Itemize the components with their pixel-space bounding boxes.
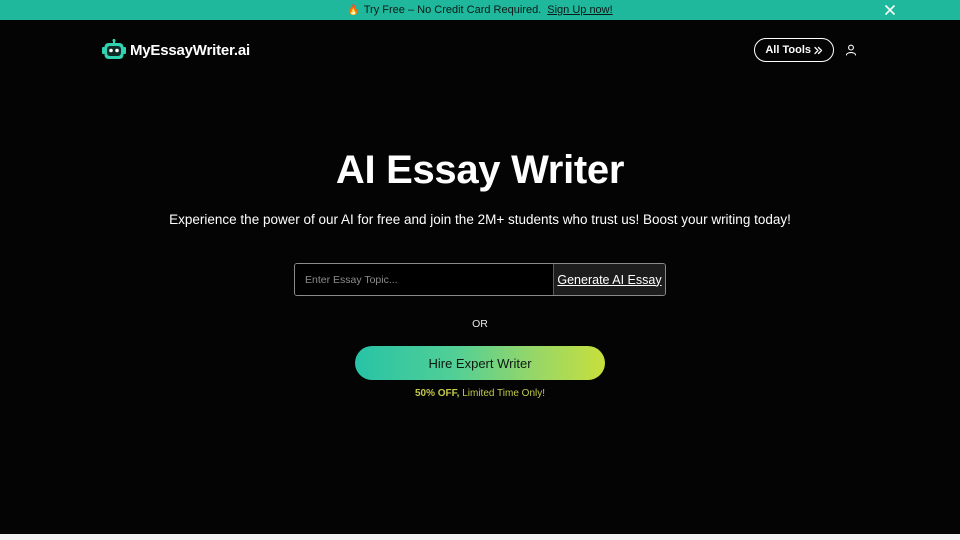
page-title: AI Essay Writer — [335, 148, 625, 192]
close-icon — [885, 5, 895, 15]
promo-banner: 🔥 Try Free – No Credit Card Required. Si… — [0, 0, 960, 20]
page-subtitle: Experience the power of our AI for free … — [169, 212, 791, 227]
offer-text: 50% OFF, Limited Time Only! — [0, 388, 960, 399]
close-banner-button[interactable] — [882, 2, 898, 18]
logo-text: MyEssayWriter.ai — [130, 41, 250, 59]
logo[interactable]: MyEssayWriter.ai — [102, 39, 250, 61]
sign-up-link[interactable]: Sign Up now! — [547, 4, 612, 16]
page: MyEssayWriter.ai All Tools AI Essay Writ… — [0, 20, 960, 534]
chevrons-right-icon — [814, 46, 823, 54]
essay-topic-form: Generate AI Essay — [294, 263, 666, 296]
fire-icon: 🔥 — [347, 4, 360, 16]
all-tools-label: All Tools — [765, 44, 811, 56]
offer-limited: Limited Time Only! — [459, 388, 546, 399]
header-actions: All Tools — [754, 38, 858, 62]
site-header: MyEssayWriter.ai All Tools — [102, 36, 858, 64]
all-tools-button[interactable]: All Tools — [754, 38, 834, 62]
or-divider: OR — [472, 318, 488, 330]
robot-logo-icon — [102, 39, 126, 59]
offer-discount: 50% OFF, — [414, 388, 460, 399]
user-icon — [845, 44, 857, 56]
hire-expert-writer-button[interactable]: Hire Expert Writer — [355, 346, 605, 380]
generate-ai-essay-button[interactable]: Generate AI Essay — [553, 264, 665, 295]
user-account-button[interactable] — [844, 43, 858, 57]
page-bottom-edge — [0, 534, 960, 540]
essay-topic-input[interactable] — [295, 264, 553, 295]
promo-text: Try Free – No Credit Card Required. — [363, 4, 542, 16]
